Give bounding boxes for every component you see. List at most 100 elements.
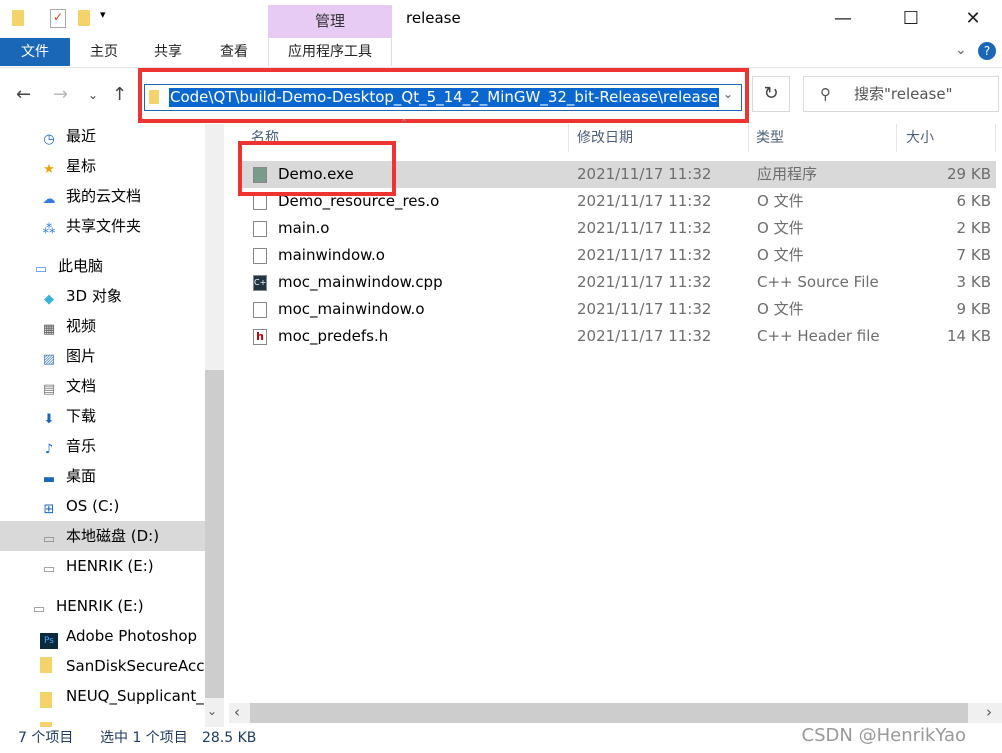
- search-input[interactable]: ⚲ 搜索"release": [803, 76, 999, 112]
- sidebar-item[interactable]: ▥: [0, 711, 205, 727]
- sidebar-item-label: 最近: [66, 127, 97, 145]
- tab-application-tools[interactable]: 应用程序工具: [268, 38, 392, 66]
- sidebar-item[interactable]: SanDiskSecureAcce: [0, 651, 205, 681]
- sidebar-item-label: Adobe Photoshop: [66, 627, 198, 645]
- sidebar-item[interactable]: ◷ 最近: [0, 124, 205, 151]
- sidebar-item[interactable]: ▨ 图片: [0, 341, 205, 371]
- sidebar-item[interactable]: ★ 星标: [0, 151, 205, 181]
- close-button[interactable]: ✕: [950, 4, 996, 34]
- column-size[interactable]: 大小: [897, 124, 996, 152]
- file-icon: [253, 248, 267, 264]
- tab-home[interactable]: 主页: [76, 38, 132, 66]
- recent-locations-icon[interactable]: ⌄: [88, 88, 98, 102]
- sidebar-item[interactable]: ▦ 视频: [0, 311, 205, 341]
- file-icon: [253, 194, 267, 210]
- file-row[interactable]: mainwindow.o 2021/11/17 11:32 O 文件 7 KB: [241, 242, 996, 269]
- back-icon[interactable]: ←: [16, 84, 31, 105]
- scroll-down-icon[interactable]: ⌄: [207, 704, 217, 718]
- item-count: 7 个项目: [18, 730, 74, 746]
- document-icon: ▤: [42, 382, 56, 397]
- file-row[interactable]: h moc_predefs.h 2021/11/17 11:32 C++ Header…: [241, 323, 996, 350]
- sidebar-item[interactable]: ◆ 3D 对象: [0, 281, 205, 311]
- sidebar-scroll-thumb[interactable]: [205, 370, 224, 698]
- sidebar-item[interactable]: ▭ 本地磁盘 (D:): [0, 521, 205, 551]
- manage-tab[interactable]: 管理: [268, 5, 392, 38]
- forward-icon[interactable]: →: [53, 84, 68, 105]
- file-date: 2021/11/17 11:32: [577, 300, 712, 318]
- file-icon: [253, 221, 267, 237]
- music-icon: ♪: [44, 442, 54, 457]
- sidebar-item-label: 图片: [66, 347, 97, 365]
- maximize-button[interactable]: ☐: [888, 4, 934, 34]
- file-date: 2021/11/17 11:32: [577, 219, 712, 237]
- sidebar-item-label: 我的云文档: [66, 187, 142, 205]
- minimize-button[interactable]: —: [820, 4, 866, 34]
- sidebar-item[interactable]: ⁂ 共享文件夹: [0, 211, 205, 241]
- file-date: 2021/11/17 11:32: [577, 165, 712, 183]
- sidebar-item-label: 文档: [66, 377, 97, 395]
- sidebar-item-label: HENRIK (E:): [66, 557, 154, 575]
- file-type: C++ Header file: [757, 327, 880, 345]
- tab-file[interactable]: 文件: [0, 38, 70, 66]
- sidebar-item[interactable]: ▤ 文档: [0, 371, 205, 401]
- search-placeholder: 搜索"release": [854, 85, 953, 103]
- picture-icon: ▨: [42, 352, 56, 367]
- file-row[interactable]: C++ moc_mainwindow.cpp 2021/11/17 11:32 C++…: [241, 269, 996, 296]
- drive-icon: ▭: [42, 532, 56, 547]
- sidebar-item[interactable]: ▥ NEUQ_Supplicant_F: [0, 681, 205, 711]
- sidebar-item[interactable]: ♪ 音乐: [0, 431, 205, 461]
- refresh-button[interactable]: ↻: [752, 76, 790, 112]
- help-icon[interactable]: ?: [978, 42, 996, 60]
- column-date[interactable]: 修改日期: [569, 124, 749, 152]
- selected-size: 28.5 KB: [202, 730, 257, 746]
- expand-ribbon-icon[interactable]: ⌄: [955, 42, 967, 58]
- scroll-right-icon[interactable]: ›: [986, 703, 992, 721]
- file-row[interactable]: main.o 2021/11/17 11:32 O 文件 2 KB: [241, 215, 996, 242]
- sidebar-item[interactable]: ▬ 桌面: [0, 461, 205, 491]
- file-size: 7 KB: [956, 246, 991, 264]
- scroll-left-icon[interactable]: ‹: [234, 703, 240, 721]
- sidebar-item-label: 3D 对象: [66, 287, 122, 305]
- computer-icon: ▭: [34, 262, 48, 277]
- sidebar-item[interactable]: ⬇ 下载: [0, 401, 205, 431]
- search-icon: ⚲: [820, 85, 831, 103]
- new-folder-icon[interactable]: [78, 10, 90, 26]
- demo-exe-highlight: [238, 141, 396, 196]
- navigation-pane: ◷ 最近 ★ 星标 ☁ 我的云文档 ⁂ 共享文件夹 ▭ 此电脑 ◆ 3D 对象 ▦ 视频 ▨ 图片 ▤ 文档 ⬇ 下载…: [0, 124, 205, 727]
- file-name: moc_predefs.h: [278, 327, 389, 345]
- file-date: 2021/11/17 11:32: [577, 327, 712, 345]
- customize-toolbar-icon[interactable]: ▾: [100, 8, 106, 21]
- sidebar-item-label: 共享文件夹: [66, 217, 142, 235]
- up-icon[interactable]: ↑: [112, 84, 127, 105]
- sidebar-item[interactable]: ⊞ OS (C:): [0, 491, 205, 521]
- file-row[interactable]: moc_mainwindow.o 2021/11/17 11:32 O 文件 9 KB: [241, 296, 996, 323]
- tab-share[interactable]: 共享: [140, 38, 196, 66]
- file-size: 9 KB: [956, 300, 991, 318]
- sidebar-item-label: 星标: [66, 157, 97, 175]
- file-type: O 文件: [757, 246, 804, 264]
- file-name: main.o: [278, 219, 330, 237]
- drive-icon: ▭: [32, 602, 46, 617]
- sidebar-item[interactable]: Ps Adobe Photoshop: [0, 621, 205, 651]
- sidebar-item-label: 本地磁盘 (D:): [66, 527, 160, 545]
- address-path[interactable]: Code\QT\build-Demo-Desktop_Qt_5_14_2_Min…: [169, 88, 719, 107]
- sort-indicator-icon: ⌃: [400, 118, 409, 129]
- horizontal-scroll-thumb[interactable]: [250, 703, 968, 723]
- sidebar-item[interactable]: ▭ 此电脑: [0, 251, 205, 281]
- tab-view[interactable]: 查看: [206, 38, 262, 66]
- star-icon: ★: [43, 162, 55, 177]
- download-icon: ⬇: [43, 412, 55, 427]
- address-bar[interactable]: Code\QT\build-Demo-Desktop_Qt_5_14_2_Min…: [144, 84, 742, 111]
- header-icon: h: [253, 329, 267, 345]
- sidebar-item-label: 音乐: [66, 437, 97, 455]
- file-name: moc_mainwindow.o: [278, 300, 425, 318]
- photoshop-icon: Ps: [40, 633, 58, 649]
- sidebar-item[interactable]: ▭ HENRIK (E:): [0, 591, 205, 621]
- sidebar-item[interactable]: ▭ HENRIK (E:): [0, 551, 205, 581]
- sidebar-item[interactable]: ☁ 我的云文档: [0, 181, 205, 211]
- address-dropdown-icon[interactable]: ⌄: [723, 87, 733, 101]
- sidebar-item-label: 下载: [66, 407, 97, 425]
- address-bar-highlight: Code\QT\build-Demo-Desktop_Qt_5_14_2_Min…: [138, 68, 749, 123]
- properties-icon[interactable]: ✓: [50, 9, 66, 28]
- column-type[interactable]: 类型: [749, 124, 897, 152]
